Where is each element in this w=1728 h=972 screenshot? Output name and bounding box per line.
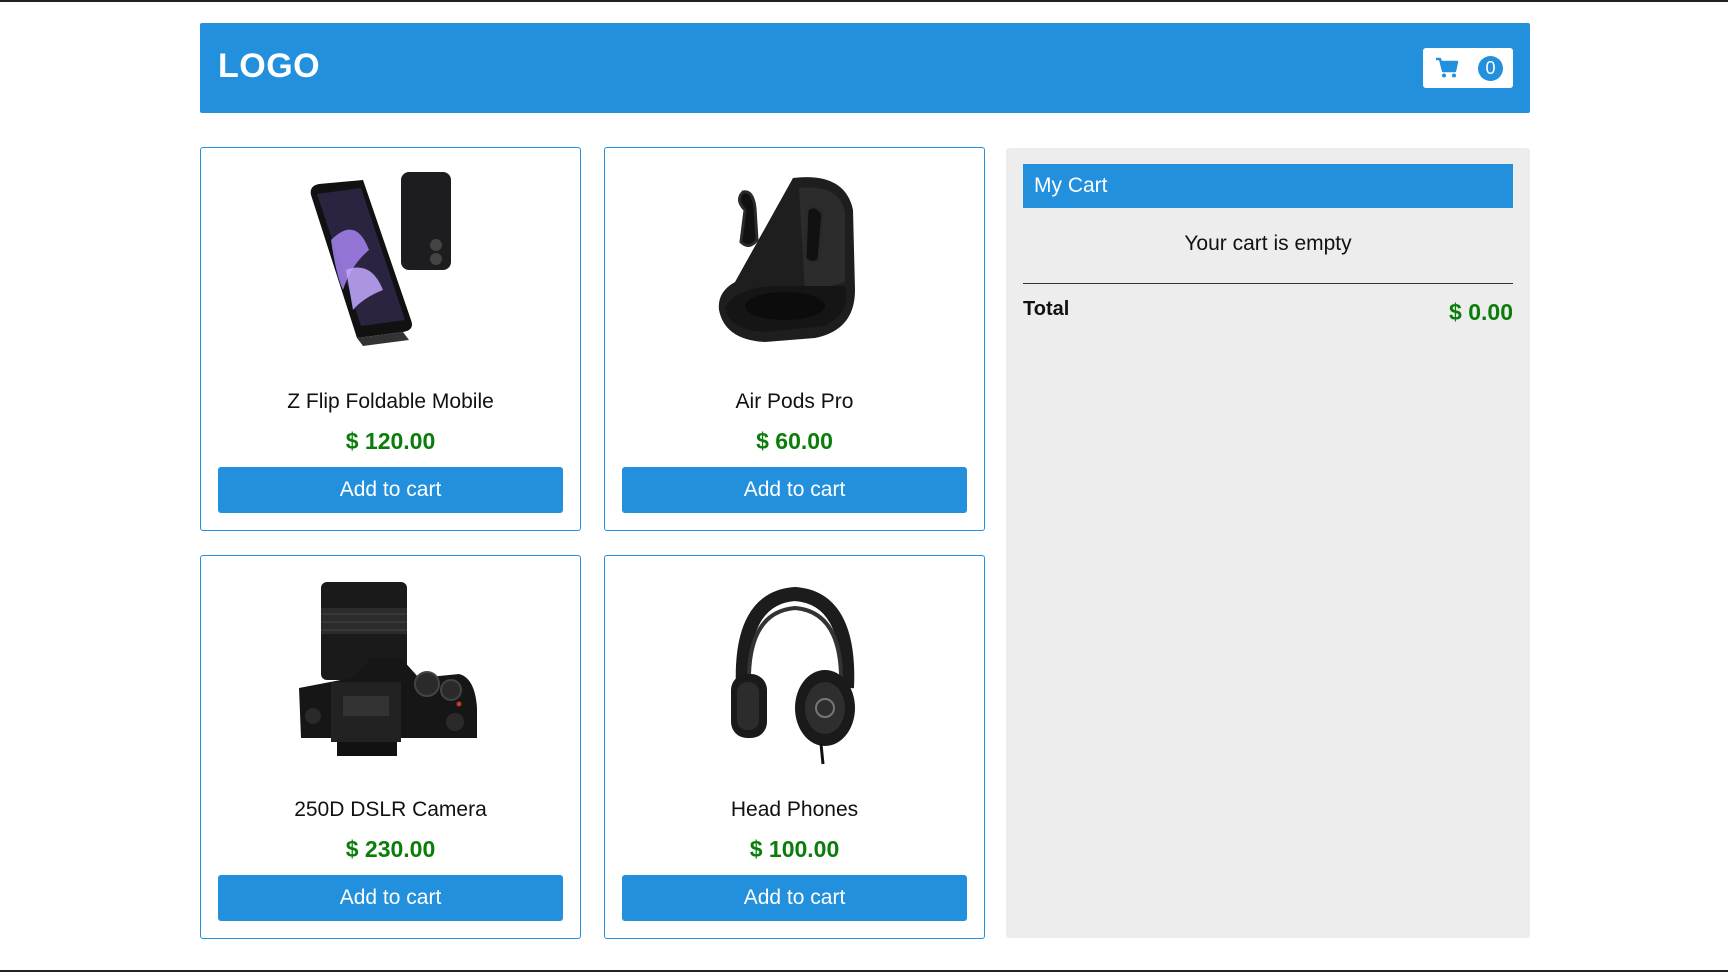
product-name: Z Flip Foldable Mobile: [287, 390, 494, 413]
add-to-cart-button[interactable]: Add to cart: [218, 875, 563, 921]
headphones-image: [605, 578, 984, 768]
add-to-cart-button[interactable]: Add to cart: [622, 875, 967, 921]
cart-count-badge: 0: [1478, 56, 1503, 81]
cart-button[interactable]: 0: [1423, 48, 1513, 88]
total-value: $ 0.00: [1449, 299, 1513, 325]
top-border: [0, 0, 1728, 2]
product-name: 250D DSLR Camera: [294, 798, 487, 821]
shopping-cart-icon: [1436, 57, 1459, 78]
product-card: Z Flip Foldable Mobile $ 120.00 Add to c…: [200, 147, 581, 531]
cart-panel: My Cart Your cart is empty Total $ 0.00: [1006, 148, 1530, 938]
foldable-phone-image: [201, 170, 580, 360]
earbuds-case-image: [605, 170, 984, 360]
product-name: Air Pods Pro: [735, 390, 854, 413]
divider: [1023, 283, 1513, 284]
product-price: $ 60.00: [756, 428, 833, 454]
product-price: $ 100.00: [749, 836, 840, 862]
logo[interactable]: LOGO: [218, 47, 320, 86]
cart-empty-message: Your cart is empty: [1184, 232, 1352, 255]
product-card: Head Phones $ 100.00 Add to cart: [604, 555, 985, 939]
product-name: Head Phones: [730, 798, 859, 821]
product-price: $ 230.00: [345, 836, 436, 862]
product-card: Air Pods Pro $ 60.00 Add to cart: [604, 147, 985, 531]
cart-title: My Cart: [1023, 164, 1513, 208]
product-price: $ 120.00: [345, 428, 436, 454]
site-header: LOGO 0: [200, 23, 1530, 113]
add-to-cart-button[interactable]: Add to cart: [218, 467, 563, 513]
product-card: 250D DSLR Camera $ 230.00 Add to cart: [200, 555, 581, 939]
dslr-camera-image: [201, 578, 580, 768]
add-to-cart-button[interactable]: Add to cart: [622, 467, 967, 513]
total-label: Total: [1023, 298, 1070, 320]
